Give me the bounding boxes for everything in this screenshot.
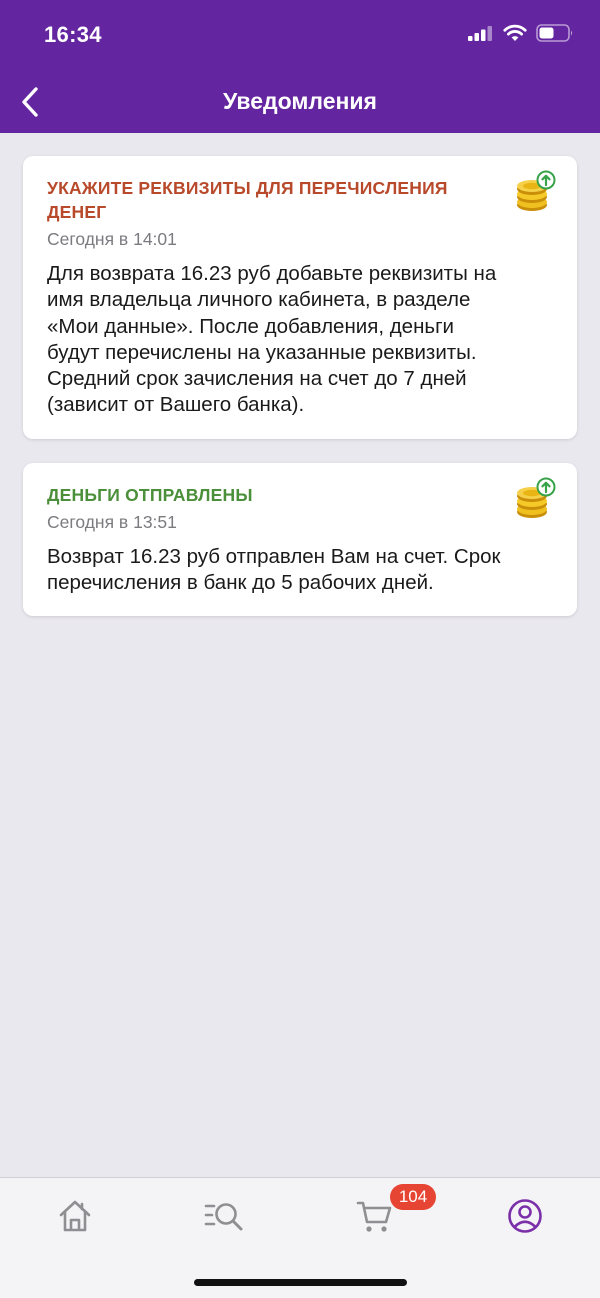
cart-icon	[356, 1201, 392, 1232]
status-time: 16:34	[44, 22, 102, 47]
notifications-list: УКАЖИТЕ РЕКВИЗИТЫ ДЛЯ ПЕРЕЧИСЛЕНИЯ ДЕНЕГ…	[23, 156, 577, 640]
tab-home[interactable]	[45, 1194, 105, 1238]
notification-text: Возврат 16.23 руб отправлен Вам на счет.…	[47, 544, 501, 595]
notification-text: Для возврата 16.23 руб добавьте реквизит…	[47, 262, 497, 417]
coins-icon	[517, 477, 556, 518]
wifi-icon	[503, 24, 527, 41]
search-list-icon	[204, 1203, 243, 1231]
notification-card[interactable]: ДЕНЬГИ ОТПРАВЛЕНЫ Сегодня в 13:51 Возвра…	[23, 462, 577, 617]
battery-icon	[536, 24, 573, 42]
tab-bar: 104	[0, 1177, 600, 1298]
signal-icon	[468, 26, 492, 41]
page-title: Уведомления	[223, 88, 377, 114]
tab-catalog-search[interactable]	[195, 1194, 255, 1238]
status-icons	[468, 24, 574, 42]
profile-icon	[508, 1199, 542, 1233]
notification-title: УКАЖИТЕ РЕКВИЗИТЫ ДЛЯ ПЕРЕЧИСЛЕНИЯ ДЕНЕГ	[47, 178, 448, 222]
cart-count-badge: 104	[390, 1184, 436, 1210]
home-indicator	[194, 1279, 407, 1286]
home-icon	[59, 1200, 91, 1232]
notification-time: Сегодня в 14:01	[47, 229, 177, 249]
status-bar: 16:34	[0, 0, 600, 70]
notification-time: Сегодня в 13:51	[47, 511, 177, 532]
nav-bar: Уведомления	[0, 70, 600, 133]
header: 16:34 Уведомления	[0, 0, 600, 133]
coins-icon	[517, 170, 556, 211]
notification-title: ДЕНЬГИ ОТПРАВЛЕНЫ	[47, 484, 253, 505]
notification-card[interactable]: УКАЖИТЕ РЕКВИЗИТЫ ДЛЯ ПЕРЕЧИСЛЕНИЯ ДЕНЕГ…	[23, 156, 577, 439]
tab-profile[interactable]	[495, 1194, 555, 1238]
